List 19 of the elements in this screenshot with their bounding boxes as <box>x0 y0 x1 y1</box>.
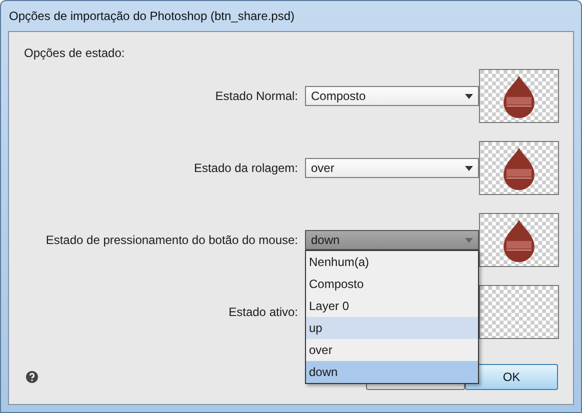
state-label: Estado ativo: <box>228 305 298 319</box>
state-label: Estado da rolagem: <box>194 161 298 175</box>
dropdown-option[interactable]: over <box>306 339 478 361</box>
dropdown-option[interactable]: up <box>306 317 478 339</box>
caret-icon <box>465 238 473 242</box>
caret-icon <box>465 166 473 170</box>
state-dropdown[interactable]: Composto <box>305 86 479 106</box>
help-icon[interactable] <box>26 371 38 383</box>
dropdown-option[interactable]: Nenhum(a) <box>306 251 478 273</box>
state-label: Estado de pressionamento do botão do mouse: <box>46 233 298 247</box>
section-title: Opções de estado: <box>24 46 125 60</box>
state-dropdown[interactable]: down <box>305 230 479 250</box>
state-label: Estado Normal: <box>215 89 298 103</box>
dropdown-option[interactable]: Layer 0 <box>306 295 478 317</box>
window-title: Opções de importação do Photoshop (btn_share.psd) <box>9 9 295 23</box>
dropdown-option[interactable]: down <box>306 361 478 383</box>
state-dropdown[interactable]: over <box>305 158 479 178</box>
dropdown-option[interactable]: Composto <box>306 273 478 295</box>
caret-icon <box>465 94 473 98</box>
